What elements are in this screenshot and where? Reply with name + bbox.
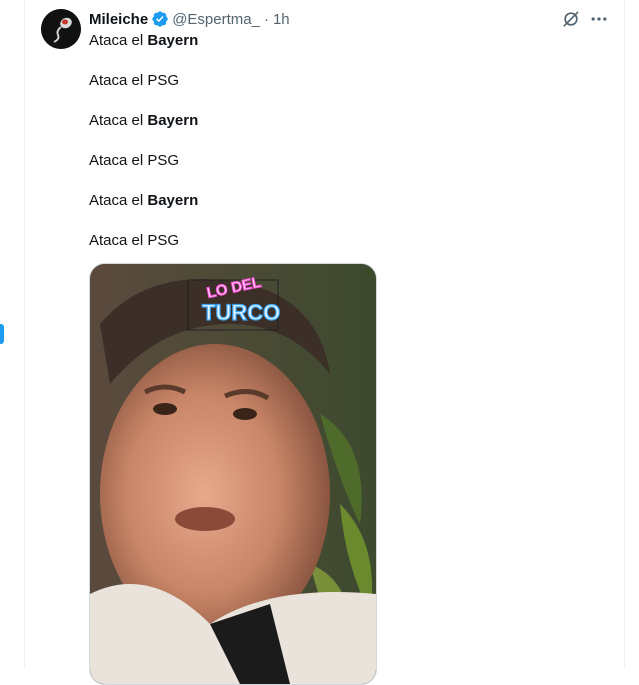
tweet-text-line: Ataca el PSG [89,152,180,169]
separator: · [263,10,269,28]
column-border-right [624,0,625,668]
handle[interactable]: @Espertma_ [172,11,260,28]
tweet-text-line: Ataca el PSG [89,72,180,89]
display-name[interactable]: Mileiche [89,11,148,28]
tweet-header: Mileiche @Espertma_ · 1h [89,9,290,29]
grok-icon[interactable] [561,9,581,29]
tweet-text-line: Ataca el Bayern [89,192,199,209]
tweet-text-line: Ataca el Bayern [89,32,199,49]
scroll-indicator [0,324,4,344]
tweet-media-video[interactable]: LO DEL TURCO [89,263,377,685]
tweet[interactable]: Mileiche @Espertma_ · 1h Ataca el Bayern… [25,0,624,685]
sperm-logo-icon [41,9,81,49]
more-icon[interactable] [589,9,609,29]
verified-badge-icon [152,11,168,27]
media-frame: LO DEL TURCO [90,264,376,684]
timestamp[interactable]: 1h [273,11,290,28]
neon-sign-main: TURCO [202,300,280,325]
tweet-text-line: Ataca el Bayern [89,112,199,129]
left-rail [0,0,24,668]
avatar[interactable] [41,9,81,49]
tweet-text-line: Ataca el PSG [89,232,180,249]
